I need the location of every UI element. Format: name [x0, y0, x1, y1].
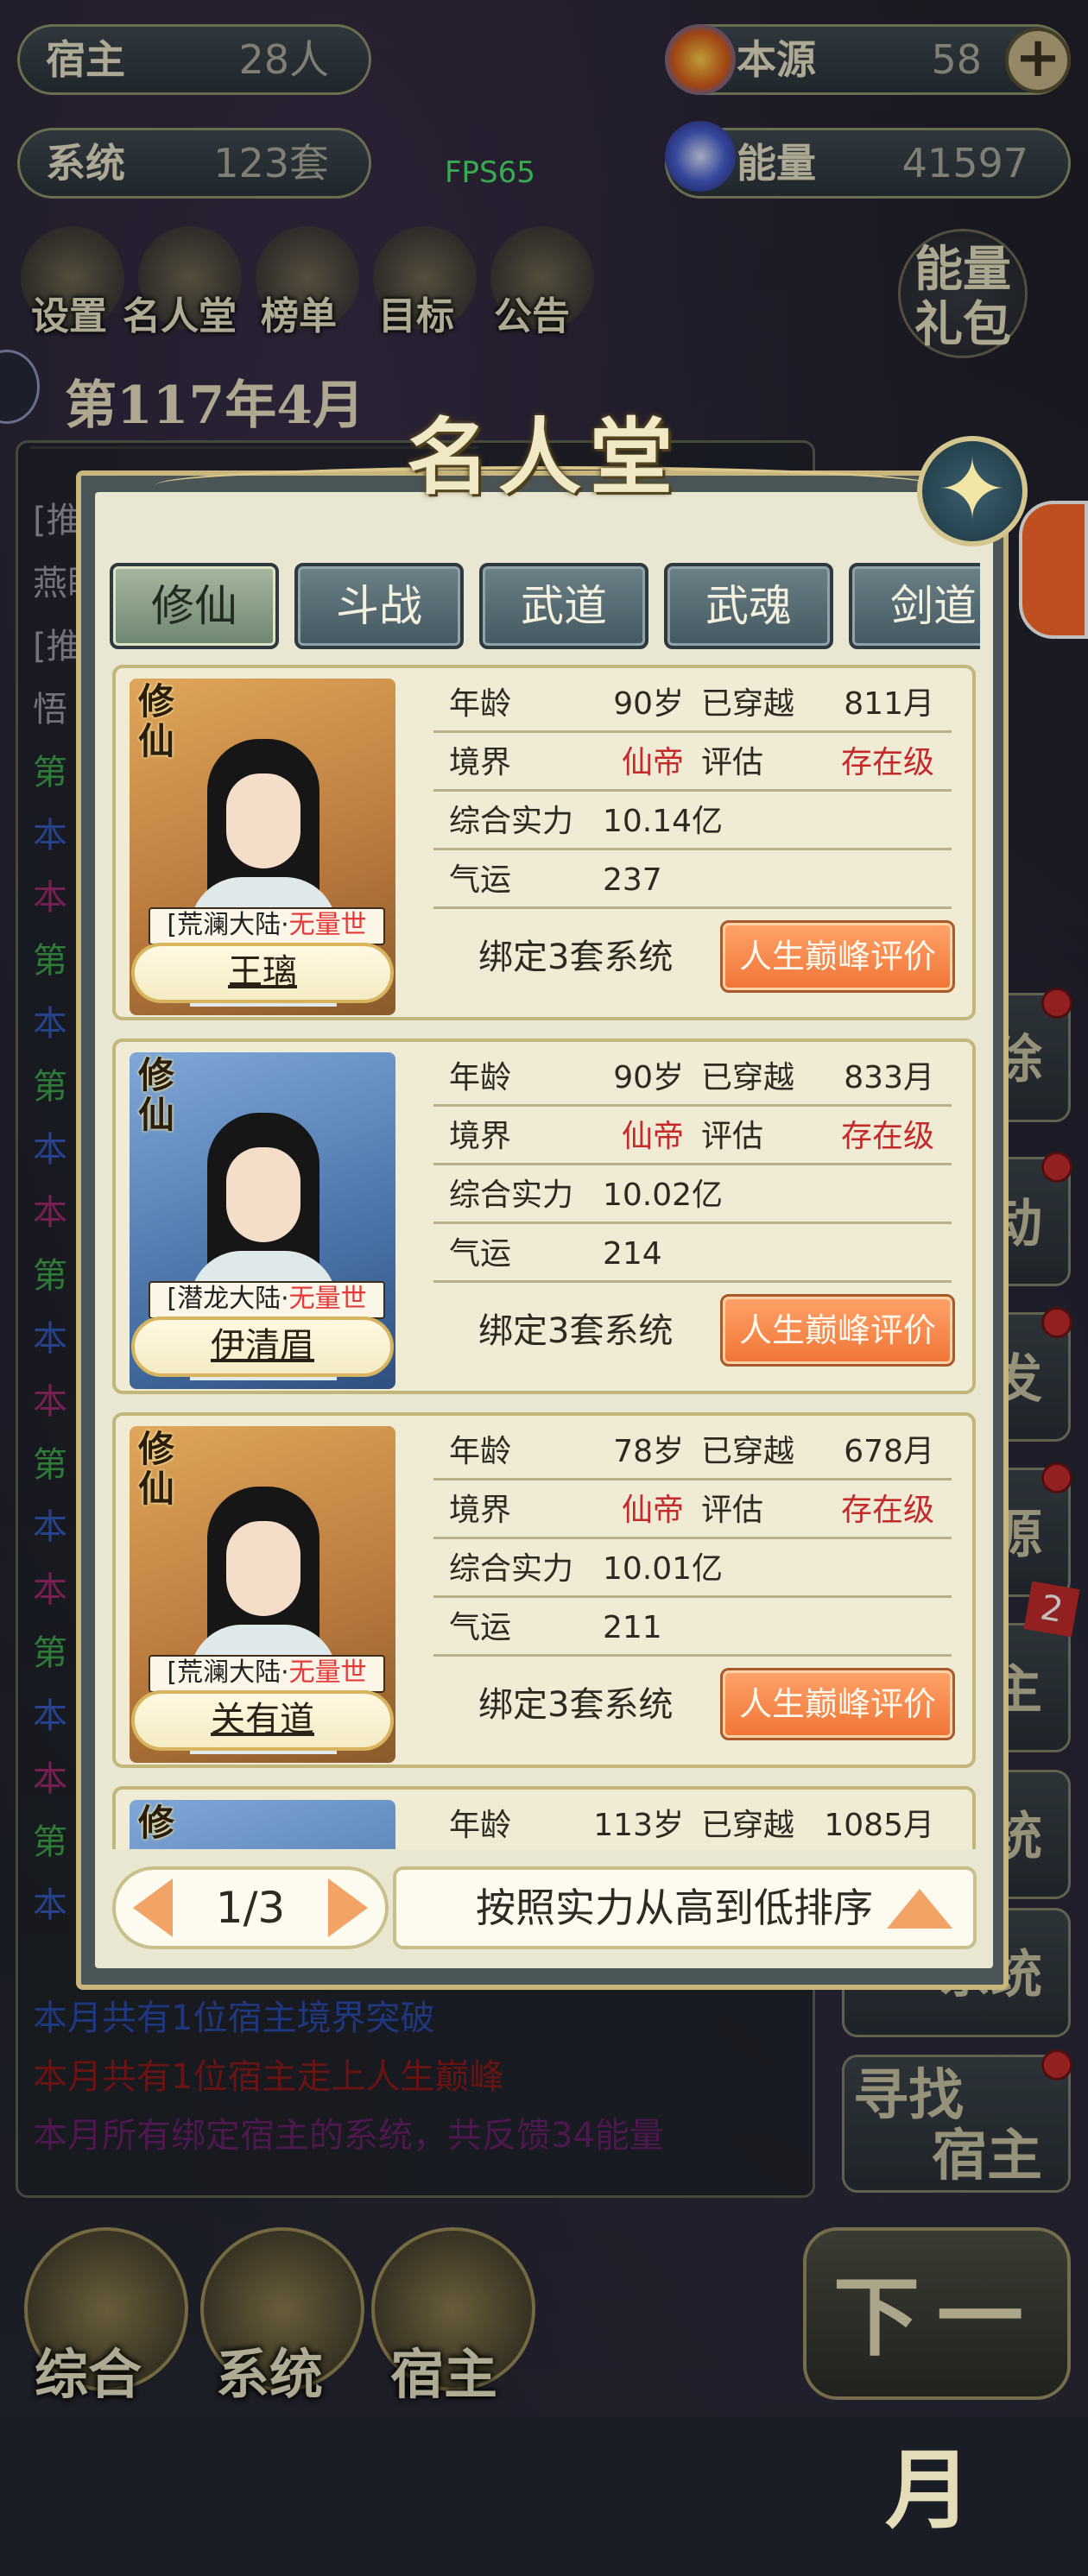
age-label: 年龄	[449, 1808, 512, 1843]
life-peak-evaluation-button[interactable]: 人生巅峰评价	[720, 1668, 955, 1740]
world-label: [荒澜大陆·无量世界]	[149, 907, 385, 973]
realm-row: 境界 仙帝 评估 存在级	[433, 1485, 952, 1539]
age-row: 年龄 90岁 已穿越 833月	[433, 1052, 952, 1107]
luck-label: 气运	[449, 1610, 512, 1645]
power-row: 综合实力 10.01亿	[433, 1544, 952, 1598]
category-tag: 修仙	[138, 1054, 175, 1136]
traveled-value: 1085月	[824, 1808, 934, 1843]
close-icon[interactable]: ✦	[917, 436, 1028, 546]
sort-ascending-icon	[887, 1889, 952, 1929]
power-value: 10.02亿	[603, 1178, 724, 1213]
life-peak-evaluation-button[interactable]: 人生巅峰评价	[720, 920, 955, 993]
traveled-label: 已穿越	[701, 1808, 795, 1843]
age-label: 年龄	[449, 1434, 512, 1469]
host-card[interactable]: 修仙 [潜龙大陆·无量世界] 伊清眉 年龄 90岁 已穿越 833月 境界 仙帝…	[112, 1039, 976, 1394]
realm-label: 境界	[449, 1119, 512, 1154]
bound-systems: 绑定3套系统	[478, 1685, 674, 1725]
age-row: 年龄 113岁 已穿越 1085月	[433, 1800, 952, 1849]
rating-label: 评估	[701, 745, 764, 780]
realm-row: 境界 仙帝 评估 存在级	[433, 1111, 952, 1165]
face	[226, 773, 300, 868]
luck-value: 214	[603, 1236, 662, 1272]
age-label: 年龄	[449, 1060, 512, 1095]
bound-systems: 绑定3套系统	[478, 938, 674, 977]
luck-row: 气运 237	[433, 855, 952, 909]
power-label: 综合实力	[449, 1551, 574, 1587]
modal-title-bar: 名人堂	[242, 397, 846, 518]
traveled-label: 已穿越	[701, 1434, 795, 1469]
rating-value: 存在级	[840, 745, 934, 780]
realm-label: 境界	[449, 1493, 512, 1528]
age-row: 年龄 90岁 已穿越 811月	[433, 679, 952, 733]
traveled-value: 833月	[844, 1060, 934, 1095]
host-card[interactable]: 修 年龄 113岁 已穿越 1085月	[112, 1786, 976, 1849]
realm-value: 仙帝	[621, 1493, 684, 1528]
power-label: 综合实力	[449, 804, 574, 839]
category-tag: 修仙	[138, 1428, 175, 1510]
traveled-label: 已穿越	[701, 686, 795, 722]
tab-battle[interactable]: 斗战	[294, 563, 464, 649]
host-name[interactable]: 伊清眉	[131, 1316, 394, 1377]
world-origin: [潜龙大陆·	[167, 1284, 289, 1314]
world-origin: [荒澜大陆·	[167, 910, 289, 940]
tab-martial-soul[interactable]: 武魂	[664, 563, 833, 649]
world-label: [潜龙大陆·无量世界]	[149, 1281, 385, 1347]
rating-label: 评估	[701, 1119, 764, 1154]
power-row: 综合实力 10.02亿	[433, 1170, 952, 1224]
power-row: 综合实力 10.14亿	[433, 796, 952, 850]
host-name[interactable]: 关有道	[131, 1690, 394, 1751]
luck-row: 气运 214	[433, 1228, 952, 1283]
luck-label: 气运	[449, 1236, 512, 1272]
face	[226, 1147, 300, 1242]
power-value: 10.14亿	[603, 804, 724, 839]
bound-systems: 绑定3套系统	[478, 1311, 674, 1351]
category-tag: 修	[138, 1802, 175, 1844]
face	[226, 1521, 300, 1616]
tab-cultivation[interactable]: 修仙	[110, 563, 279, 649]
rating-value: 存在级	[840, 1119, 934, 1154]
category-tabs: 修仙 斗战 武道 武魂 剑道	[108, 557, 980, 653]
realm-label: 境界	[449, 745, 512, 780]
life-peak-evaluation-button[interactable]: 人生巅峰评价	[720, 1294, 955, 1367]
world-origin: [荒澜大陆·	[167, 1657, 289, 1688]
traveled-value: 678月	[844, 1434, 934, 1469]
age-value: 113岁	[593, 1808, 684, 1843]
world-label: [荒澜大陆·无量世界]	[149, 1655, 385, 1720]
age-label: 年龄	[449, 686, 512, 722]
power-label: 综合实力	[449, 1178, 574, 1213]
age-value: 90岁	[613, 686, 684, 722]
age-value: 78岁	[613, 1434, 684, 1469]
host-portrait: 修	[130, 1800, 395, 1849]
rating-value: 存在级	[840, 1493, 934, 1528]
tab-sword-way[interactable]: 剑道	[849, 563, 980, 649]
luck-value: 211	[603, 1610, 662, 1645]
tab-martial-way[interactable]: 武道	[479, 563, 648, 649]
luck-label: 气运	[449, 862, 512, 898]
category-tag: 修仙	[138, 680, 175, 762]
host-name[interactable]: 王璃	[131, 943, 394, 1003]
luck-value: 237	[603, 862, 662, 898]
modal-title: 名人堂	[407, 408, 681, 506]
rating-label: 评估	[701, 1493, 764, 1528]
power-value: 10.01亿	[603, 1551, 724, 1587]
age-value: 90岁	[613, 1060, 684, 1095]
next-page-arrow-icon[interactable]	[328, 1878, 368, 1937]
luck-row: 气运 211	[433, 1602, 952, 1657]
host-list[interactable]: 修仙 [荒澜大陆·无量世界] 王璃 年龄 90岁 已穿越 811月 境界 仙帝 …	[112, 665, 976, 1849]
age-row: 年龄 78岁 已穿越 678月	[433, 1426, 952, 1481]
pagination: 1/3	[112, 1866, 389, 1949]
traveled-value: 811月	[844, 686, 934, 722]
traveled-label: 已穿越	[701, 1060, 795, 1095]
host-card[interactable]: 修仙 [荒澜大陆·无量世界] 关有道 年龄 78岁 已穿越 678月 境界 仙帝…	[112, 1412, 976, 1768]
realm-value: 仙帝	[621, 745, 684, 780]
realm-row: 境界 仙帝 评估 存在级	[433, 737, 952, 792]
sort-button[interactable]: 按照实力从高到低排序	[393, 1866, 977, 1949]
realm-value: 仙帝	[621, 1119, 684, 1154]
sort-label: 按照实力从高到低排序	[476, 1885, 873, 1931]
host-card[interactable]: 修仙 [荒澜大陆·无量世界] 王璃 年龄 90岁 已穿越 811月 境界 仙帝 …	[112, 665, 976, 1020]
